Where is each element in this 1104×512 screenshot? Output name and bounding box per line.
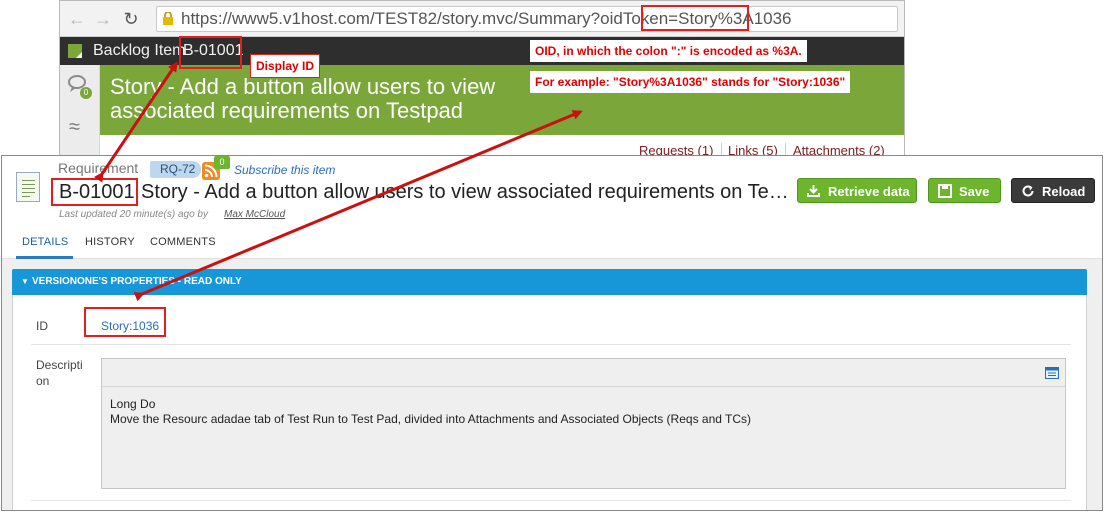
section-header[interactable]: ▼ VERSIONONE'S PROPERTIES - READ ONLY bbox=[12, 269, 1087, 295]
description-line-2: Move the Resourc adadae tab of Test Run … bbox=[110, 412, 752, 426]
side-rail: 0 ≈ bbox=[60, 65, 100, 159]
activity-stream-icon[interactable]: ≈ bbox=[69, 117, 80, 137]
sticky-note-icon bbox=[68, 44, 82, 58]
conversation-count-badge: 0 bbox=[80, 87, 92, 99]
retrieve-data-button[interactable]: Retrieve data bbox=[797, 178, 917, 203]
panel-tabs: DETAILS HISTORY COMMENTS bbox=[2, 224, 1102, 259]
description-label-line2: on bbox=[36, 374, 50, 388]
document-icon bbox=[16, 172, 40, 202]
display-id-highlight-box bbox=[51, 178, 138, 206]
tab-history[interactable]: HISTORY bbox=[85, 236, 135, 248]
row-divider bbox=[31, 500, 1071, 501]
reload-label: Reload bbox=[1042, 184, 1086, 199]
lock-icon bbox=[163, 12, 173, 25]
reload-button[interactable]: Reload bbox=[1011, 178, 1095, 203]
refresh-icon[interactable]: ↻ bbox=[120, 9, 142, 29]
tab-details[interactable]: DETAILS bbox=[22, 236, 68, 248]
requirement-panel: Requirement RQ-72 0 Subscribe this item … bbox=[1, 155, 1103, 511]
download-icon bbox=[807, 185, 820, 197]
editor-toolbar bbox=[102, 359, 1065, 387]
section-title: VERSIONONE'S PROPERTIES - READ ONLY bbox=[32, 276, 242, 287]
forward-arrow-icon[interactable]: → bbox=[92, 9, 114, 29]
tab-comments[interactable]: COMMENTS bbox=[150, 236, 216, 248]
address-bar: ← → ↻ https://www5.v1host.com/TEST82/sto… bbox=[60, 1, 904, 37]
display-id-callout: Display ID bbox=[250, 54, 321, 78]
description-label: Descripti on bbox=[36, 357, 83, 389]
requirement-badge[interactable]: RQ-72 bbox=[150, 161, 202, 178]
retrieve-data-label: Retrieve data bbox=[828, 184, 910, 199]
oid-callout-line2: For example: "Story%3A1036" stands for "… bbox=[530, 71, 851, 93]
row-divider bbox=[31, 344, 1071, 345]
url-field[interactable]: https://www5.v1host.com/TEST82/story.mvc… bbox=[156, 6, 898, 32]
details-content: ▼ VERSIONONE'S PROPERTIES - READ ONLY ID… bbox=[2, 259, 1102, 510]
divider bbox=[721, 143, 722, 155]
backlog-item-label: Backlog Item bbox=[93, 42, 186, 59]
url-token-highlight-box bbox=[641, 5, 749, 31]
backlog-id-highlight-box bbox=[179, 36, 242, 69]
oid-callout-line1: OID, in which the colon ":" is encoded a… bbox=[530, 40, 807, 62]
updated-by-user-link[interactable]: Max McCloud bbox=[224, 209, 285, 220]
save-label: Save bbox=[959, 184, 990, 199]
description-text: Long Do Move the Resourc adadae tab of T… bbox=[110, 397, 751, 427]
item-title: Story - Add a button allow users to view… bbox=[141, 181, 789, 203]
url-prefix: https://www5.v1host.com/TEST82/story.mvc… bbox=[181, 9, 679, 28]
id-label: ID bbox=[36, 319, 48, 333]
description-line-1: Long Do bbox=[110, 397, 156, 411]
divider bbox=[785, 143, 786, 155]
rss-count-badge: 0 bbox=[214, 156, 230, 169]
item-type-label: Requirement bbox=[58, 160, 139, 176]
banner-title: Story - Add a button allow users to view… bbox=[110, 74, 496, 123]
description-label-line1: Descripti bbox=[36, 358, 83, 372]
source-view-icon[interactable] bbox=[1045, 367, 1059, 379]
last-updated-text: Last updated 20 minute(s) ago by bbox=[59, 209, 208, 220]
back-arrow-icon[interactable]: ← bbox=[66, 9, 88, 29]
save-button[interactable]: Save bbox=[928, 178, 1001, 203]
reload-icon bbox=[1022, 185, 1034, 197]
id-value-highlight-box bbox=[84, 307, 166, 337]
description-editor[interactable]: Long Do Move the Resourc adadae tab of T… bbox=[101, 358, 1066, 489]
properties-body: ID Story:1036 Descripti on Long Do Move t… bbox=[12, 295, 1087, 510]
subscribe-link[interactable]: Subscribe this item bbox=[234, 163, 335, 177]
save-disk-icon bbox=[938, 184, 952, 198]
collapse-triangle-icon: ▼ bbox=[21, 277, 29, 286]
